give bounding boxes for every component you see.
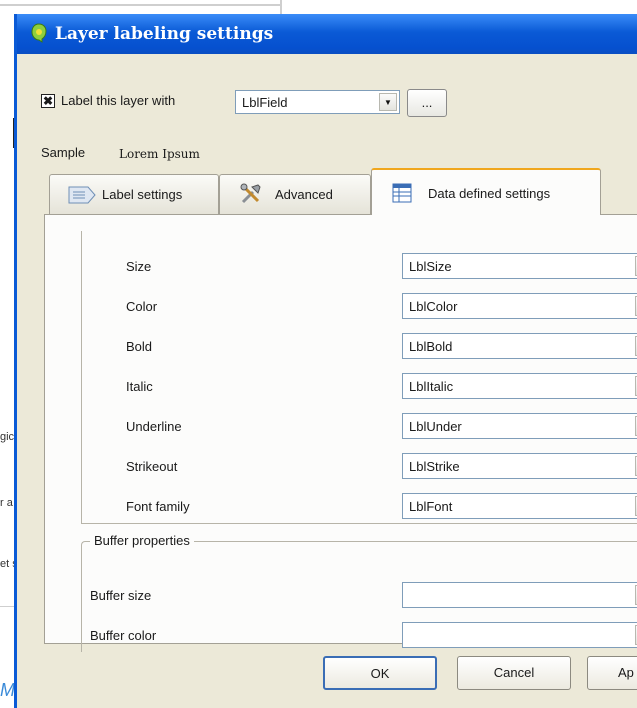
label-field-value: LblField [242,95,288,110]
data-defined-panel: Size LblSize ▼ Color LblColor ▼ Bold Lbl… [44,214,637,652]
strikeout-field-select[interactable]: LblStrike ▼ [402,453,637,479]
apply-button[interactable]: Ap [587,656,637,690]
background-text: r a [0,497,13,509]
buffer-properties-title: Buffer properties [90,533,194,548]
tab-advanced[interactable]: Advanced [219,174,371,214]
dialog-title: Layer labeling settings [55,24,274,44]
underline-field-select[interactable]: LblUnder ▼ [402,413,637,439]
select-value: LblStrike [409,459,460,474]
size-field-select[interactable]: LblSize ▼ [402,253,637,279]
bold-field-select[interactable]: LblBold ▼ [402,333,637,359]
layer-labeling-dialog: Layer labeling settings ✖ Label this lay… [14,14,637,708]
tab-label: Data defined settings [428,186,551,201]
tab-label: Label settings [102,187,183,202]
select-value: LblItalic [409,379,454,394]
background-text: gic [0,431,15,443]
font-family-field-select[interactable]: LblFont ▼ [402,493,637,519]
property-label-color: Color [126,299,158,314]
property-label-buffer-size: Buffer size [90,588,152,603]
buffer-properties-group: Buffer properties Buffer size ▼ Buffer c… [81,533,637,652]
italic-field-select[interactable]: LblItalic ▼ [402,373,637,399]
cancel-button[interactable]: Cancel [457,656,571,690]
label-field-select[interactable]: LblField ▼ [235,90,400,114]
select-value: LblSize [409,259,452,274]
sample-label: Sample [41,145,86,160]
color-field-select[interactable]: LblColor ▼ [402,293,637,319]
label-layer-checkbox-label: Label this layer with [61,93,176,108]
tools-icon [240,183,261,204]
select-value: LblFont [409,499,453,514]
background-divider [280,0,282,14]
select-value: LblColor [409,299,458,314]
buffer-size-field-select[interactable]: ▼ [402,582,637,608]
tab-label: Advanced [275,187,333,202]
buffer-color-field-select[interactable]: ▼ [402,622,637,648]
qgis-logo-icon [31,23,47,43]
property-label-font-family: Font family [126,499,190,514]
background-divider [0,606,14,607]
select-value: LblBold [409,339,453,354]
background-divider [0,4,282,6]
sample-text: Lorem Ipsum [119,147,200,161]
tab-label-settings[interactable]: Label settings [49,174,219,214]
label-layer-checkbox[interactable]: ✖ [41,94,55,108]
browse-expression-button[interactable]: ... [407,89,447,117]
tab-data-defined-settings[interactable]: Data defined settings [371,168,601,215]
title-bar[interactable]: Layer labeling settings [17,14,637,54]
property-label-italic: Italic [126,379,153,394]
select-value: LblUnder [409,419,462,434]
label-properties-group: Size LblSize ▼ Color LblColor ▼ Bold Lbl… [81,231,637,524]
property-label-strikeout: Strikeout [126,459,178,474]
label-settings-icon [68,186,96,204]
property-label-size: Size [126,259,152,274]
property-label-underline: Underline [126,419,182,434]
chevron-down-icon[interactable]: ▼ [379,93,397,111]
ok-button[interactable]: OK [323,656,437,690]
property-label-buffer-color: Buffer color [90,628,157,643]
table-icon [392,183,412,203]
property-label-bold: Bold [126,339,153,354]
